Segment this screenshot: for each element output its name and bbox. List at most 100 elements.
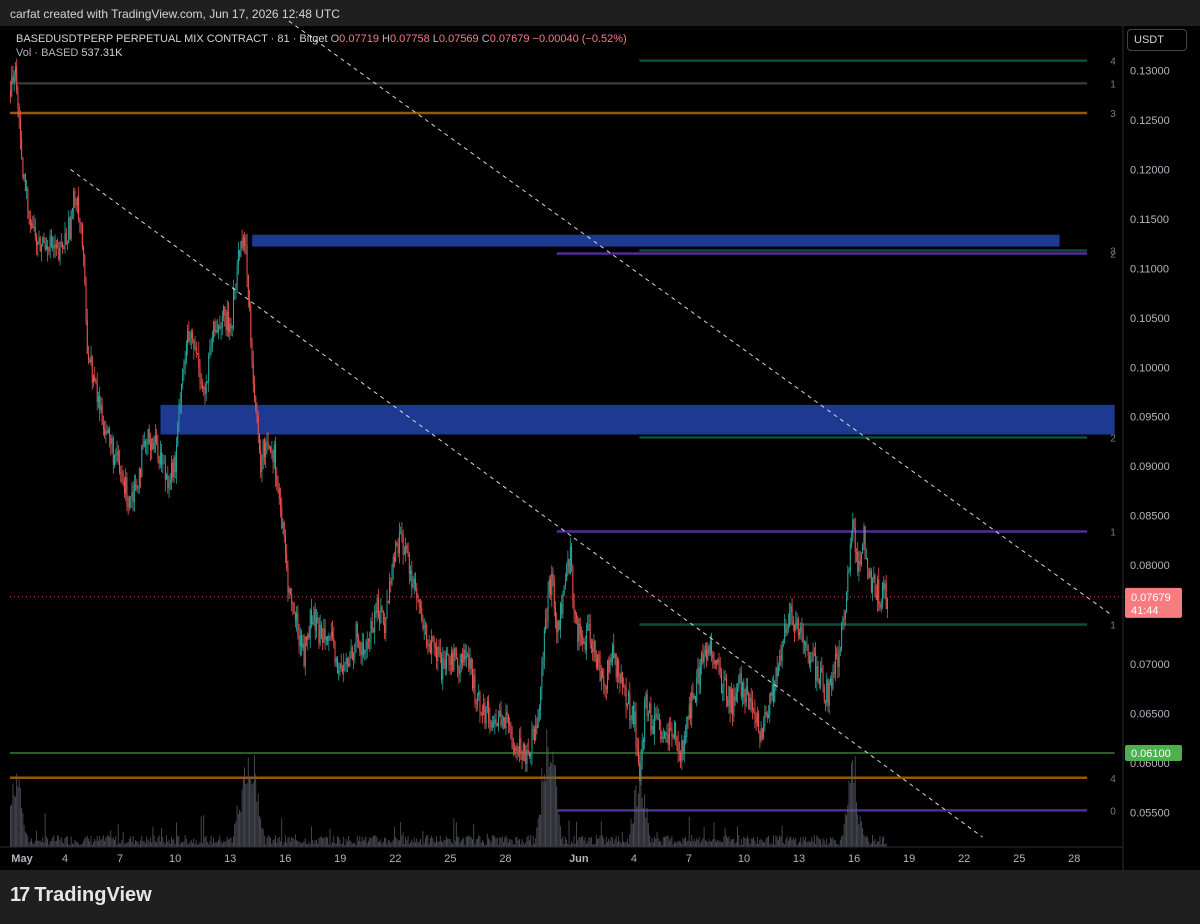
candle-body — [413, 578, 415, 585]
volume-bar — [547, 746, 549, 847]
volume-bar — [550, 761, 551, 847]
candle-body — [137, 487, 139, 489]
volume-bar — [787, 840, 789, 847]
candle-body — [640, 759, 642, 781]
candle-body — [820, 667, 822, 685]
volume-bar — [579, 837, 581, 847]
volume-bar — [781, 825, 783, 847]
volume-bar — [303, 841, 305, 847]
candle-body — [507, 714, 509, 723]
candle-body — [310, 610, 312, 625]
candle-body — [815, 653, 817, 682]
candle-body — [372, 631, 374, 633]
volume-bar — [703, 826, 705, 847]
candle-body — [205, 381, 207, 395]
candle-body — [34, 226, 36, 237]
candle-body — [280, 498, 282, 507]
volume-bar — [109, 836, 110, 847]
candle-body — [821, 667, 823, 673]
candle-body — [853, 519, 855, 528]
candle-body — [588, 623, 590, 625]
volume-bar — [790, 836, 792, 847]
candle-body — [406, 545, 408, 550]
volume-bar — [147, 839, 149, 847]
volume-bar — [444, 839, 446, 847]
candle-body — [427, 645, 429, 647]
volume-bar — [844, 813, 846, 847]
candle-body — [453, 647, 455, 671]
volume-bar — [691, 835, 693, 847]
volume-bar — [694, 841, 696, 847]
volume-bar — [663, 836, 665, 847]
candle-body — [556, 621, 558, 633]
candle-body — [381, 606, 383, 611]
candle-body — [723, 679, 725, 691]
candle-body — [50, 235, 52, 247]
candle-body — [822, 672, 824, 688]
volume-bar — [221, 843, 223, 847]
y-tick-label: 0.10000 — [1130, 362, 1170, 374]
volume-bar — [581, 837, 582, 847]
candle-body — [595, 659, 597, 668]
price-chart[interactable]: 4132321140 0.130000.125000.120000.115000… — [0, 0, 1200, 924]
candle-body — [84, 255, 86, 284]
x-tick-label: 16 — [848, 853, 860, 865]
candle-body — [692, 692, 694, 698]
volume-bar — [872, 835, 873, 847]
volume-bar — [509, 839, 511, 847]
volume-bar — [17, 786, 19, 847]
candle-body — [428, 643, 430, 647]
candle-body — [299, 635, 301, 646]
candle-body — [449, 662, 451, 665]
brand-logo[interactable]: 17 TradingView — [10, 884, 152, 907]
volume-bar — [245, 783, 247, 847]
volume-bar — [753, 837, 755, 847]
volume-bar — [792, 837, 794, 847]
volume-bar — [183, 841, 185, 847]
candle-body — [795, 622, 797, 631]
volume-bar — [730, 839, 732, 847]
volume-bar — [447, 838, 449, 847]
volume-bar — [572, 843, 574, 847]
candle-body — [517, 750, 519, 752]
candle-body — [860, 553, 862, 565]
volume-bar — [220, 841, 222, 847]
candle-body — [99, 396, 101, 411]
candle-body — [95, 381, 97, 385]
candle-body — [724, 677, 726, 680]
volume-bar — [633, 823, 634, 847]
volume-bar — [846, 815, 847, 847]
candle-body — [748, 692, 750, 710]
candle-body — [532, 728, 534, 731]
candle-body — [37, 241, 39, 246]
volume-bar — [372, 835, 374, 847]
candle-body — [225, 315, 227, 330]
volume-bar — [241, 788, 243, 847]
volume-bar — [690, 841, 691, 847]
x-tick-label: 25 — [444, 853, 456, 865]
volume-bar — [43, 842, 45, 847]
volume-bar — [538, 814, 540, 847]
candle-body — [493, 722, 495, 724]
volume-bar — [366, 843, 368, 847]
volume-bar — [193, 838, 195, 847]
volume-legend: Vol · BASED 537.31K — [16, 47, 122, 59]
candle-body — [652, 725, 654, 734]
volume-bar — [812, 841, 814, 847]
candle-body — [463, 649, 465, 663]
currency-button[interactable]: USDT — [1127, 29, 1187, 51]
candle-body — [407, 549, 409, 554]
volume-bar — [360, 841, 362, 847]
candle-body — [382, 610, 384, 624]
volume-bar — [527, 835, 529, 847]
candle-body — [561, 603, 563, 614]
candle-body — [569, 546, 571, 574]
y-tick-label: 0.13000 — [1130, 66, 1170, 78]
volume-bar — [250, 777, 252, 847]
volume-bar — [236, 805, 238, 847]
volume-bar — [258, 816, 260, 847]
volume-bar — [260, 818, 262, 847]
candle-body — [854, 527, 856, 552]
candle-body — [702, 653, 704, 663]
volume-bar — [348, 835, 350, 847]
